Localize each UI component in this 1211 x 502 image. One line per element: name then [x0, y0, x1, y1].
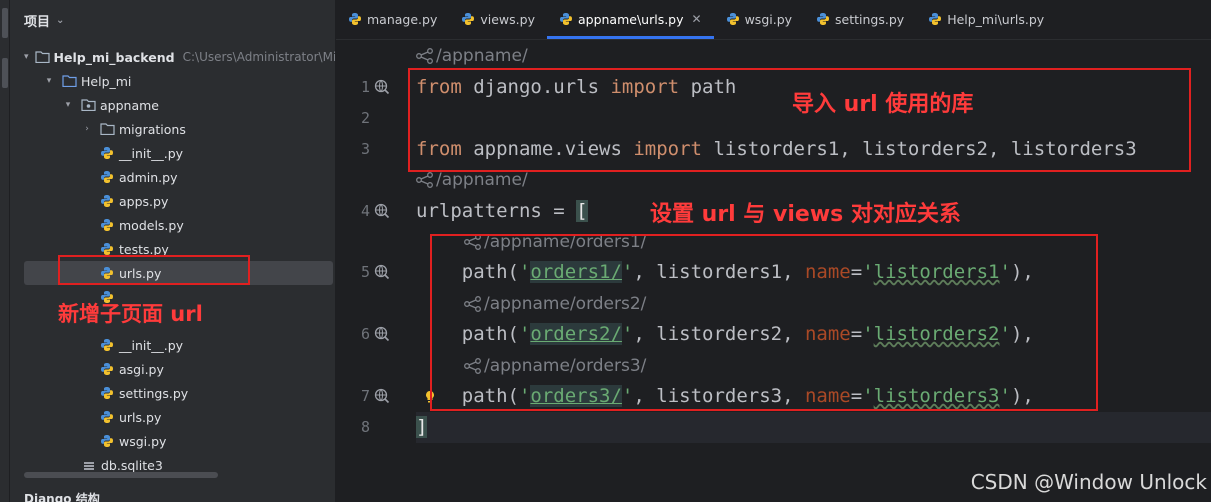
close-icon[interactable]: ✕	[692, 12, 702, 26]
python-file-icon	[99, 362, 115, 376]
chevron-down-icon[interactable]: ⌄	[56, 15, 64, 26]
tab-label: appname\urls.py	[577, 11, 684, 27]
tree-item-urls-py-2[interactable]: urls.py	[10, 405, 328, 429]
tab-help-mi-urls-py[interactable]: Help_mi\urls.py	[916, 0, 1056, 39]
python-file-icon	[99, 218, 115, 232]
line-number[interactable]: 8	[356, 418, 370, 436]
collapse-arrow-icon[interactable]: ›	[81, 124, 93, 134]
url-mapping-gutter-icon[interactable]	[374, 203, 390, 223]
tab-label: manage.py	[367, 11, 438, 27]
python-file-icon	[816, 12, 830, 26]
tab-appname-urls-py[interactable]: appname\urls.py ✕	[546, 0, 714, 39]
python-file-icon	[99, 434, 115, 448]
tab-label: Help_mi\urls.py	[947, 11, 1045, 27]
code-editor: manage.py views.py appname\urls.py ✕ wsg…	[336, 0, 1211, 502]
tab-views-py[interactable]: views.py	[449, 0, 547, 39]
code-line-8[interactable]: ]	[416, 412, 428, 443]
tree-item-asgi-py[interactable]: asgi.py	[10, 357, 328, 381]
tree-item-help-mi[interactable]: ▾ Help_mi	[10, 69, 328, 93]
line-number[interactable]: 4	[356, 202, 370, 220]
expand-arrow-icon[interactable]: ▾	[24, 52, 29, 62]
code-line-4[interactable]: urlpatterns = [	[416, 196, 588, 227]
tool-window-strip	[0, 0, 10, 502]
tree-item-init-py[interactable]: __init__.py	[10, 141, 328, 165]
expand-arrow-icon[interactable]: ▾	[43, 76, 55, 86]
url-mapping-gutter-icon[interactable]	[374, 79, 390, 99]
editor-gutter: 1 2 3 4 5 6 7 8	[336, 41, 434, 502]
folder-icon	[34, 50, 50, 64]
line-number[interactable]: 6	[356, 325, 370, 343]
tool-window-button[interactable]	[2, 58, 8, 88]
tree-item-init-py-2[interactable]: __init__.py	[10, 333, 328, 357]
url-mapping-gutter-icon[interactable]	[374, 264, 390, 284]
mapping-annotation: 设置 url 与 views 对对应关系	[650, 202, 961, 227]
python-file-icon	[726, 12, 740, 26]
database-file-icon	[81, 458, 97, 472]
folder-icon	[99, 122, 115, 136]
tab-label: settings.py	[835, 11, 905, 27]
tree-item-models-py[interactable]: models.py	[10, 213, 328, 237]
project-panel-title: 项目	[24, 14, 51, 30]
python-file-icon	[461, 12, 475, 26]
tab-label: wsgi.py	[744, 11, 793, 27]
import-highlight-box	[408, 68, 1191, 172]
python-file-icon	[99, 338, 115, 352]
folder-icon	[61, 74, 77, 88]
python-file-icon	[99, 194, 115, 208]
line-number[interactable]: 7	[356, 387, 370, 405]
new-page-url-annotation: 新增子页面 url	[58, 302, 203, 326]
project-tool-button[interactable]	[2, 8, 8, 38]
tree-item-migrations[interactable]: › migrations	[10, 117, 328, 141]
url-mapping-gutter-icon[interactable]	[374, 326, 390, 346]
tree-horizontal-scrollbar[interactable]	[24, 472, 218, 478]
url-mapping-gutter-icon[interactable]	[374, 388, 390, 408]
line-number[interactable]: 3	[356, 140, 370, 158]
python-file-icon	[928, 12, 942, 26]
urlpatterns-highlight-box	[430, 234, 1098, 411]
tree-item-help-mi-backend[interactable]: ▾ Help_mi_backend C:\Users\Administrator…	[10, 45, 335, 69]
tab-settings-py[interactable]: settings.py	[804, 0, 916, 39]
python-file-icon	[99, 170, 115, 184]
python-file-icon	[99, 146, 115, 160]
tree-item-admin-py[interactable]: admin.py	[10, 165, 328, 189]
line-number[interactable]: 5	[356, 263, 370, 281]
tab-manage-py[interactable]: manage.py	[336, 0, 449, 39]
share-link-icon	[416, 48, 433, 64]
project-panel-header[interactable]: 项目 ⌄	[10, 0, 335, 40]
share-link-icon	[416, 172, 433, 188]
python-file-icon	[99, 242, 115, 256]
url-path-hint[interactable]: /appname/	[416, 169, 528, 191]
editor-tab-bar: manage.py views.py appname\urls.py ✕ wsg…	[336, 0, 1211, 40]
project-panel: 项目 ⌄ ▾ Help_mi_backend C:\Users\Administ…	[10, 0, 336, 502]
python-file-icon	[99, 410, 115, 424]
python-file-icon	[559, 12, 573, 26]
line-number[interactable]: 1	[356, 78, 370, 96]
tab-wsgi-py[interactable]: wsgi.py	[714, 0, 804, 39]
tree-item-wsgi-py[interactable]: wsgi.py	[10, 429, 328, 453]
django-structure-panel-title[interactable]: Django 结构	[24, 490, 100, 502]
tree-item-settings-py[interactable]: settings.py	[10, 381, 328, 405]
tab-label: views.py	[480, 11, 535, 27]
python-file-icon	[348, 12, 362, 26]
tree-item-appname[interactable]: ▾ appname	[10, 93, 328, 117]
watermark: CSDN @Window Unlock	[970, 470, 1207, 494]
url-path-hint[interactable]: /appname/	[416, 45, 528, 67]
line-number[interactable]: 2	[356, 109, 370, 127]
package-folder-icon	[80, 98, 96, 112]
expand-arrow-icon[interactable]: ▾	[62, 100, 74, 110]
import-annotation: 导入 url 使用的库	[792, 92, 974, 117]
tree-item-apps-py[interactable]: apps.py	[10, 189, 328, 213]
urls-py-highlight-box	[58, 255, 250, 285]
python-file-icon	[99, 386, 115, 400]
